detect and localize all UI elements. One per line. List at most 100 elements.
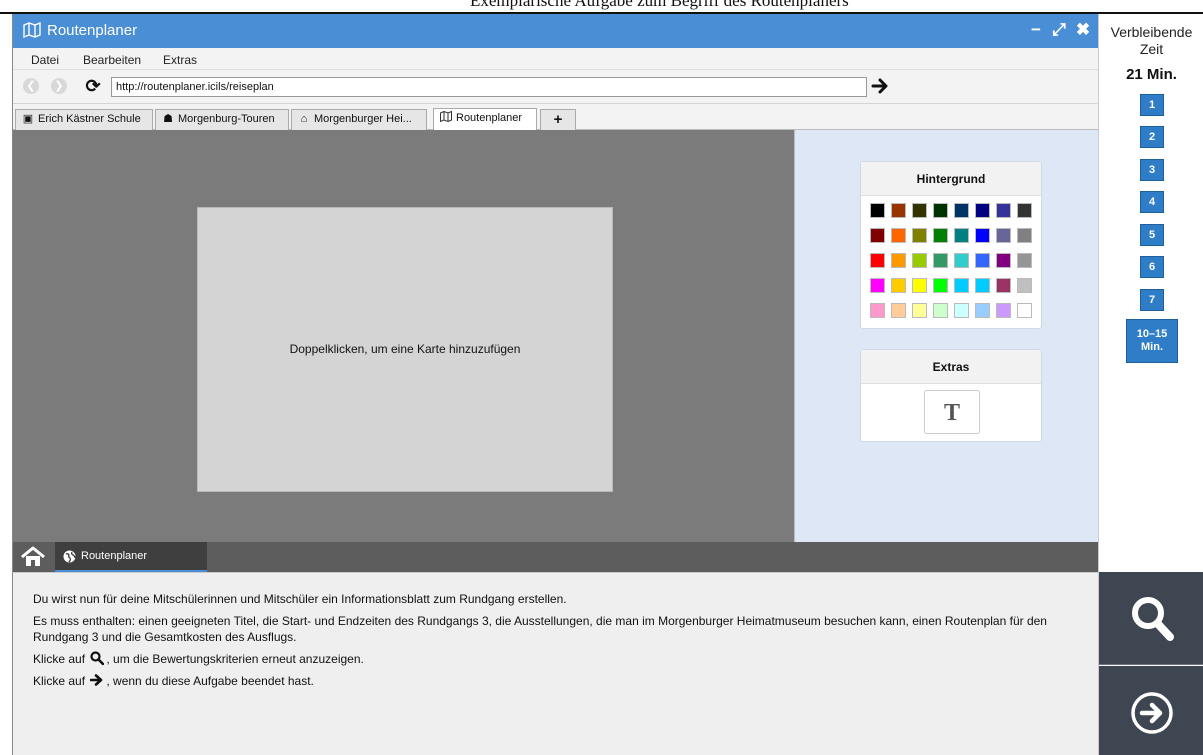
reload-icon[interactable]: ⟳	[83, 75, 103, 97]
color-swatch[interactable]	[954, 228, 969, 243]
color-swatch[interactable]	[933, 228, 948, 243]
color-swatch[interactable]	[954, 303, 969, 318]
window-titlebar: Routenplaner − ⤢ ✖	[13, 14, 1098, 48]
new-tab-button[interactable]: +	[540, 109, 576, 130]
museum-icon: ⌂	[300, 113, 308, 125]
task-nav-4[interactable]: 4	[1140, 191, 1164, 213]
task-nav-6[interactable]: 6	[1140, 256, 1164, 278]
globe-icon	[63, 550, 76, 563]
arrow-right-icon	[90, 674, 103, 686]
tab-label: Morgenburg-Touren	[178, 113, 275, 125]
color-swatch[interactable]	[912, 203, 927, 218]
color-swatch[interactable]	[996, 253, 1011, 268]
color-swatch[interactable]	[975, 203, 990, 218]
color-swatch[interactable]	[1017, 253, 1032, 268]
color-swatch[interactable]	[1017, 228, 1032, 243]
color-swatch[interactable]	[954, 278, 969, 293]
map-icon	[440, 111, 452, 122]
color-swatch[interactable]	[912, 253, 927, 268]
color-swatch[interactable]	[1017, 303, 1032, 318]
instruction-line-3-end: , um die Bewertungskriterien erneut anzu…	[106, 652, 364, 666]
go-arrow-icon[interactable]	[871, 75, 891, 97]
tool-sidepanel: Hintergrund Extras T	[794, 130, 1098, 542]
color-swatch[interactable]	[996, 278, 1011, 293]
forward-icon[interactable]: ❯	[51, 78, 67, 94]
color-swatch-grid	[861, 196, 1041, 330]
task-nav-7[interactable]: 7	[1140, 289, 1164, 311]
color-swatch[interactable]	[891, 253, 906, 268]
tour-guide-icon: ☗	[163, 113, 173, 125]
color-swatch[interactable]	[1017, 203, 1032, 218]
color-swatch[interactable]	[891, 303, 906, 318]
browser-window: Routenplaner − ⤢ ✖ Datei Bearbeiten Extr…	[12, 14, 1098, 572]
color-swatch[interactable]	[870, 278, 885, 293]
bus-icon: ▣	[22, 113, 34, 125]
home-icon[interactable]	[20, 546, 46, 568]
task-nav-1[interactable]: 1	[1140, 94, 1164, 116]
taskbar-tab-routenplaner[interactable]: Routenplaner	[55, 542, 207, 572]
color-swatch[interactable]	[912, 228, 927, 243]
task-nav-extra[interactable]: 10–15 Min.	[1126, 319, 1178, 363]
color-swatch[interactable]	[912, 278, 927, 293]
menu-file[interactable]: Datei	[31, 53, 59, 67]
task-nav-extra-line2: Min.	[1141, 341, 1163, 353]
color-swatch[interactable]	[1017, 278, 1032, 293]
menu-edit[interactable]: Bearbeiten	[83, 53, 141, 67]
color-swatch[interactable]	[891, 228, 906, 243]
header-fragment-text: Exemplarische Aufgabe zum Begriff des Ro…	[470, 0, 849, 10]
color-swatch[interactable]	[912, 303, 927, 318]
task-nav-3[interactable]: 3	[1140, 159, 1164, 181]
tab-morgenburg-touren[interactable]: ☗ Morgenburg-Touren	[155, 109, 289, 130]
color-swatch[interactable]	[933, 253, 948, 268]
color-swatch[interactable]	[891, 278, 906, 293]
instruction-line-3: Klicke auf , um die Bewertungskriterien …	[33, 651, 1083, 667]
back-icon[interactable]: ❮	[23, 78, 39, 94]
color-swatch[interactable]	[870, 303, 885, 318]
text-tool-button[interactable]: T	[924, 390, 980, 434]
evaluation-criteria-button[interactable]	[1099, 572, 1203, 665]
task-nav-2[interactable]: 2	[1140, 126, 1164, 148]
tab-label: Erich Kästner Schule	[38, 113, 141, 125]
color-swatch[interactable]	[870, 228, 885, 243]
map-placeholder-card[interactable]: Doppelklicken, um eine Karte hinzuzufüge…	[197, 207, 613, 492]
color-swatch[interactable]	[975, 253, 990, 268]
address-input[interactable]	[111, 77, 867, 97]
color-swatch[interactable]	[975, 303, 990, 318]
tab-erich-kaestner-schule[interactable]: ▣ Erich Kästner Schule	[15, 109, 153, 130]
color-swatch[interactable]	[975, 278, 990, 293]
menu-extras[interactable]: Extras	[163, 53, 197, 67]
tab-routenplaner[interactable]: Routenplaner	[433, 108, 537, 130]
maximize-button[interactable]: ⤢	[1048, 18, 1070, 42]
color-swatch[interactable]	[891, 203, 906, 218]
minimize-button[interactable]: −	[1025, 18, 1047, 42]
arrow-circle-right-icon	[1131, 692, 1173, 734]
task-nav-5[interactable]: 5	[1140, 224, 1164, 246]
color-swatch[interactable]	[933, 303, 948, 318]
color-swatch[interactable]	[954, 203, 969, 218]
color-swatch[interactable]	[954, 253, 969, 268]
instructions-panel: Du wirst nun für deine Mitschülerinnen u…	[12, 572, 1098, 755]
extras-panel-title: Extras	[861, 350, 1041, 384]
tab-morgenburger-heimatmuseum[interactable]: ⌂ Morgenburger Hei...	[291, 109, 427, 130]
color-swatch[interactable]	[996, 303, 1011, 318]
extras-panel: Extras T	[860, 349, 1042, 442]
map-canvas[interactable]: Doppelklicken, um eine Karte hinzuzufüge…	[13, 130, 794, 542]
color-swatch[interactable]	[996, 228, 1011, 243]
close-button[interactable]: ✖	[1072, 18, 1094, 42]
finish-task-button[interactable]	[1099, 666, 1203, 755]
window-title: Routenplaner	[47, 22, 138, 39]
color-swatch[interactable]	[975, 228, 990, 243]
remaining-time-label-line2: Zeit	[1139, 41, 1164, 57]
color-swatch[interactable]	[870, 203, 885, 218]
color-swatch[interactable]	[996, 203, 1011, 218]
task-nav-extra-line1: 10–15	[1136, 328, 1168, 340]
menu-bar: Datei Bearbeiten Extras	[13, 48, 1098, 70]
tab-label: Morgenburger Hei...	[314, 113, 412, 125]
color-swatch[interactable]	[933, 203, 948, 218]
instruction-line-1: Du wirst nun für deine Mitschülerinnen u…	[33, 592, 567, 606]
remaining-time-label-line1: Verbleibende	[1110, 24, 1193, 40]
color-swatch[interactable]	[870, 253, 885, 268]
taskbar-tab-label: Routenplaner	[81, 550, 148, 562]
instruction-line-4: Klicke auf , wenn du diese Aufgabe beend…	[33, 673, 1083, 689]
color-swatch[interactable]	[933, 278, 948, 293]
